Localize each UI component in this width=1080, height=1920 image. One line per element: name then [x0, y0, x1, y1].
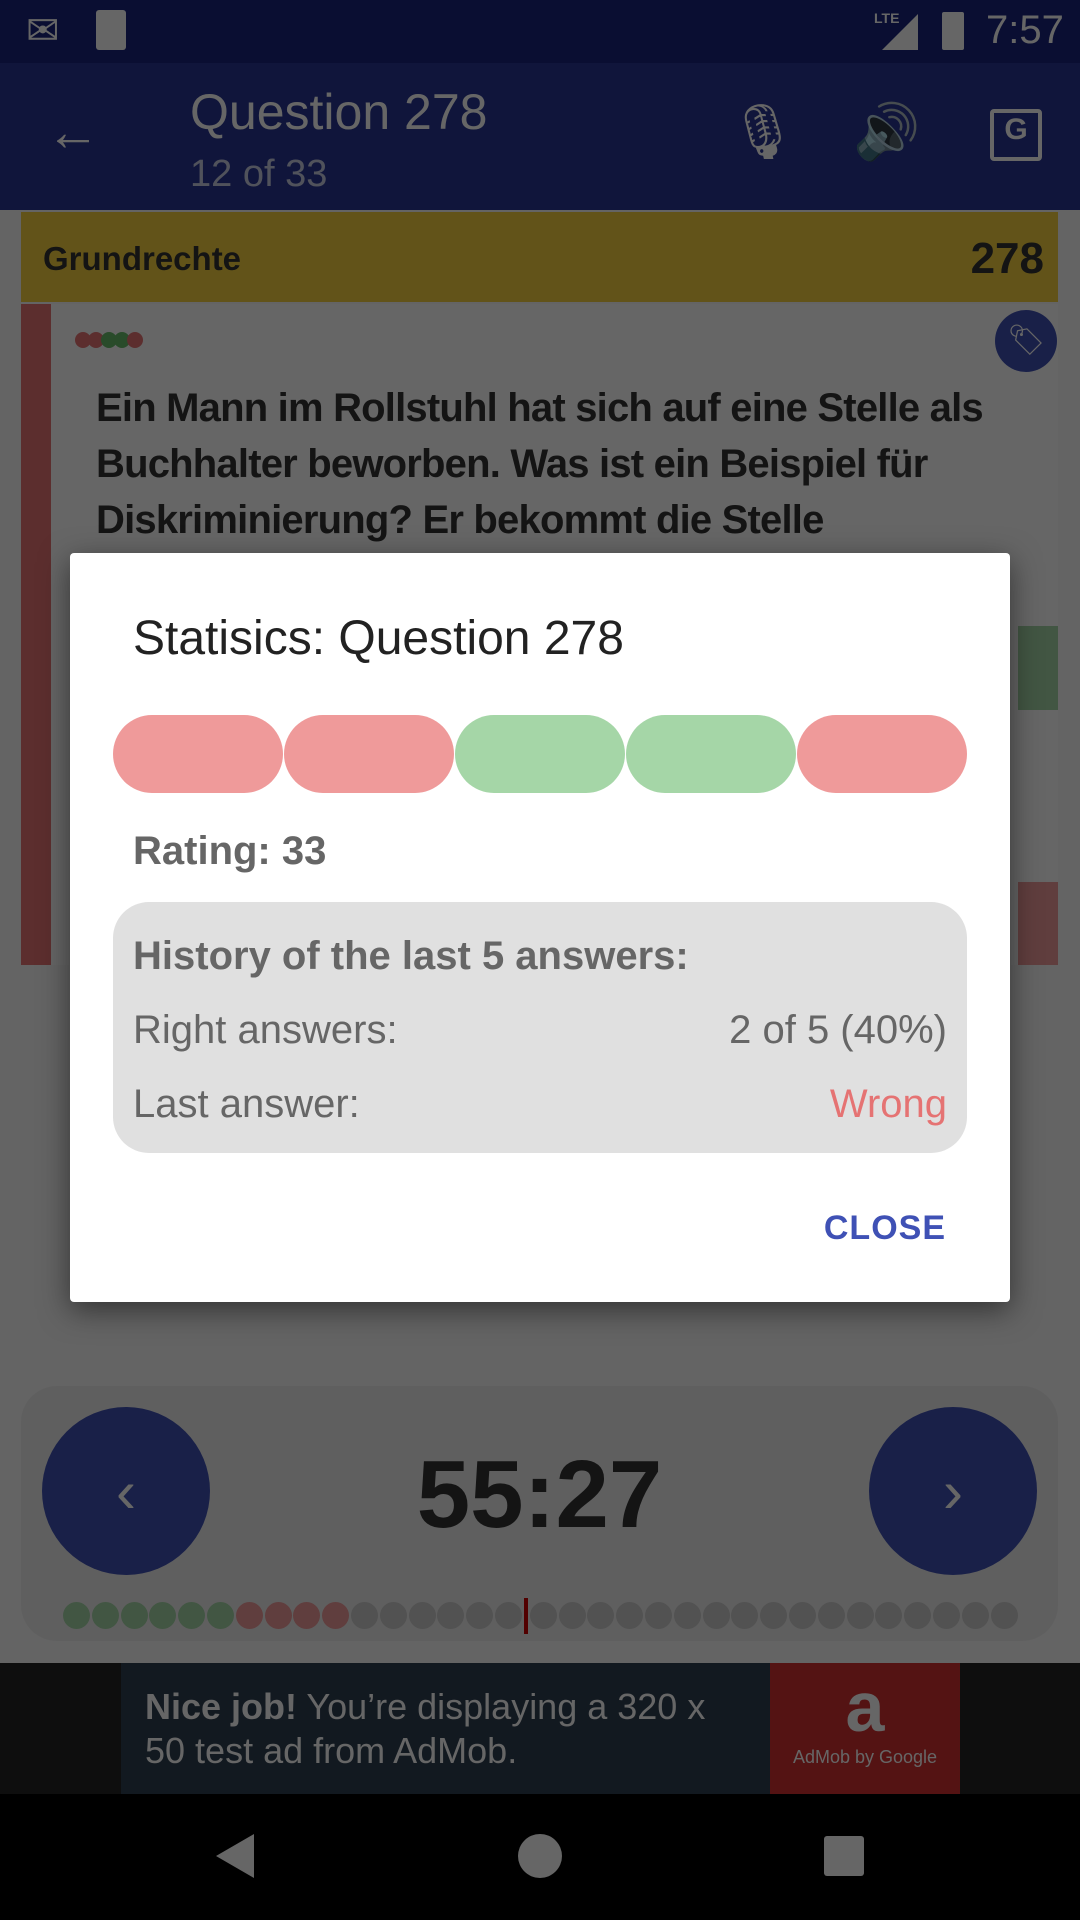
progress-dot[interactable] [875, 1602, 903, 1629]
next-button[interactable]: › [869, 1407, 1037, 1575]
progress-dot[interactable] [645, 1602, 672, 1629]
history-box: History of the last 5 answers: Right ans… [113, 902, 967, 1153]
clock: 7:57 [986, 8, 1064, 52]
answer-pill-right [455, 715, 625, 793]
back-arrow-icon[interactable]: ← [38, 101, 108, 163]
progress-dot[interactable] [558, 1602, 586, 1629]
statistics-dialog: Statisics: Question 278 Rating: 33 Histo… [70, 553, 1010, 1302]
progress-dot[interactable] [351, 1602, 378, 1629]
progress-dot[interactable] [63, 1602, 90, 1629]
progress-dot[interactable] [235, 1602, 263, 1629]
progress-dot[interactable] [702, 1602, 730, 1629]
progress-dot[interactable] [322, 1602, 350, 1629]
ad-banner[interactable]: Nice job! You’re displaying a 320 x 50 t… [0, 1663, 1080, 1794]
home-icon[interactable] [518, 1834, 562, 1878]
category-bar: Grundrechte 278 [21, 212, 1058, 302]
progress-dot[interactable] [529, 1602, 557, 1629]
progress-dot[interactable] [760, 1602, 788, 1629]
answer-pill-wrong [113, 715, 283, 793]
tag-icon[interactable]: 🏷 [995, 310, 1057, 372]
back-icon[interactable] [216, 1834, 254, 1878]
progress-dot[interactable] [379, 1602, 407, 1629]
question-text: Ein Mann im Rollstuhl hat sich auf eine … [96, 386, 984, 542]
category-name: Grundrechte [43, 240, 242, 277]
progress-dot[interactable] [466, 1602, 494, 1629]
right-answers-label: Right answers: [133, 1008, 398, 1052]
history-title: History of the last 5 answers: [133, 934, 689, 978]
card-status-strip [21, 304, 51, 965]
rating: Rating: 33 [133, 829, 327, 873]
progress-dot[interactable] [264, 1602, 292, 1629]
close-button[interactable]: CLOSE [824, 1209, 946, 1248]
signal-icon [882, 14, 918, 50]
timer: 55:27 [416, 1441, 663, 1548]
progress-dot[interactable] [91, 1602, 119, 1629]
progress-dot[interactable] [408, 1602, 436, 1629]
progress-dot[interactable] [120, 1602, 148, 1629]
navigation-panel: ‹ 55:27 › [21, 1386, 1058, 1641]
ad-bold-text: Nice job! [145, 1686, 298, 1727]
recents-icon[interactable] [824, 1836, 864, 1876]
chevron-right-icon: › [943, 1457, 963, 1525]
progress-dot[interactable] [817, 1602, 845, 1629]
progress-dot[interactable] [293, 1602, 321, 1629]
question-number: 278 [970, 234, 1044, 283]
answer-pill-right [626, 715, 796, 793]
history-dot [127, 332, 143, 348]
last-answer-value: Wrong [829, 1082, 947, 1126]
answer-pill-wrong [284, 715, 454, 793]
page-title: Question 278 [190, 84, 488, 140]
answer-pill-wrong [797, 715, 967, 793]
progress-dot[interactable] [933, 1602, 960, 1629]
progress-dot[interactable] [789, 1602, 816, 1629]
page-subtitle: 12 of 33 [190, 153, 328, 195]
answer-option-right-edge[interactable] [1018, 626, 1058, 710]
progress-dot[interactable] [904, 1602, 932, 1629]
app-bar: ← Question 278 12 of 33 🎙 🔊 G [0, 63, 1080, 210]
dialog-title: Statisics: Question 278 [133, 612, 624, 665]
progress-dot[interactable] [990, 1602, 1018, 1629]
progress-dot[interactable] [437, 1602, 465, 1629]
last-answer-label: Last answer: [133, 1082, 360, 1126]
current-position-marker [523, 1598, 528, 1634]
chevron-left-icon: ‹ [116, 1457, 136, 1525]
progress-dot[interactable] [616, 1602, 644, 1629]
progress-dot[interactable] [961, 1602, 989, 1629]
progress-dot[interactable] [149, 1602, 177, 1629]
microphone-icon[interactable]: 🎙 [728, 101, 798, 164]
answer-option-wrong-edge[interactable] [1018, 882, 1058, 965]
right-answers-value: 2 of 5 (40%) [729, 1008, 947, 1052]
progress-dot[interactable] [846, 1602, 874, 1629]
admob-brand: AdMob by Google [792, 1747, 938, 1767]
progress-dot[interactable] [587, 1602, 615, 1629]
status-bar: ✉ LTE 7:57 [0, 0, 1080, 63]
battery-icon [942, 12, 964, 50]
translate-icon[interactable]: G [990, 109, 1042, 161]
admob-logo: a AdMob by Google [770, 1663, 960, 1794]
progress-dot[interactable] [495, 1602, 522, 1629]
gmail-icon: ✉ [26, 9, 60, 53]
progress-dot[interactable] [673, 1602, 701, 1629]
previous-button[interactable]: ‹ [42, 1407, 210, 1575]
speaker-icon[interactable]: 🔊 [852, 101, 922, 164]
sd-card-icon [96, 10, 126, 50]
progress-dot[interactable] [207, 1602, 234, 1629]
system-nav-bar [0, 1794, 1080, 1920]
progress-dot[interactable] [178, 1602, 206, 1629]
progress-dot[interactable] [731, 1602, 759, 1629]
